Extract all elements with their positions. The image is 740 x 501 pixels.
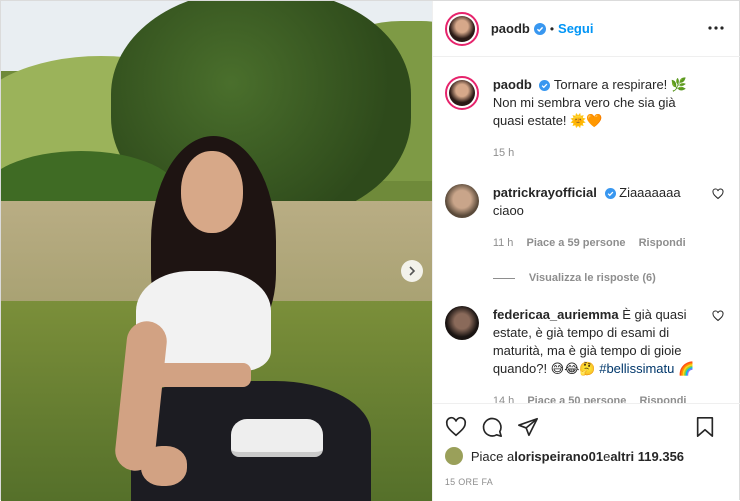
avatar-image <box>448 15 475 42</box>
instagram-post: paodb • Segui paodb Tornare a respirare!… <box>0 0 740 501</box>
comment-time[interactable]: 11 h <box>493 237 514 249</box>
commenter-avatar[interactable] <box>444 306 479 340</box>
comment-emoji: 🌈 <box>678 361 695 376</box>
hashtag-link[interactable]: #bellissimatu <box>599 361 674 376</box>
comment-meta: 14 h Piace a 50 persone Rispondi <box>493 392 703 403</box>
photo-person-hand <box>141 446 187 486</box>
comment-button[interactable] <box>479 414 505 440</box>
reply-button[interactable]: Rispondi <box>639 237 686 249</box>
bookmark-icon <box>696 417 713 437</box>
replies-divider <box>492 277 515 279</box>
heart-icon <box>445 416 466 436</box>
comment-icon <box>482 417 502 437</box>
caption-username[interactable]: paodb <box>493 77 532 92</box>
next-arrow-icon <box>409 266 416 276</box>
like-comment-button[interactable] <box>712 188 724 203</box>
comment-time[interactable]: 14 h <box>493 395 514 403</box>
caption-text-1: Tornare a respirare! 🌿 <box>553 77 688 92</box>
heart-icon <box>712 188 724 200</box>
photo-person-waist <box>151 363 251 387</box>
comment-meta: 11 h Piace a 59 persone Rispondi <box>493 234 703 252</box>
photo-person-face <box>181 151 243 233</box>
commenter-username[interactable]: patrickrayofficial <box>493 185 597 200</box>
comment-body: federicaa_auriemma È già quasi estate, è… <box>493 306 703 403</box>
view-replies-button[interactable]: Visualizza le risposte (6) <box>492 272 726 284</box>
caption-time[interactable]: 15 h <box>493 147 514 159</box>
post-actions-bar <box>432 403 740 449</box>
verified-icon <box>539 80 551 92</box>
like-button[interactable] <box>443 414 469 440</box>
caption-body: paodb Tornare a respirare! 🌿 Non mi semb… <box>493 76 703 162</box>
save-button[interactable] <box>692 414 718 440</box>
more-options-button[interactable] <box>706 18 726 38</box>
post-caption: paodb Tornare a respirare! 🌿 Non mi semb… <box>444 76 726 162</box>
share-icon <box>517 417 538 436</box>
likes-middle: e <box>603 448 611 464</box>
next-photo-button[interactable] <box>401 260 423 282</box>
share-button[interactable] <box>515 414 541 440</box>
comment-likes-count[interactable]: Piace a 59 persone <box>526 237 625 249</box>
heart-icon <box>712 310 724 322</box>
avatar-image <box>448 80 475 106</box>
verified-icon <box>604 188 616 200</box>
commenter-username[interactable]: federicaa_auriemma <box>493 307 619 322</box>
caption-avatar[interactable] <box>444 76 479 110</box>
follow-button[interactable]: Segui <box>558 21 593 36</box>
caption-meta: 15 h <box>493 144 703 162</box>
liker-avatar[interactable] <box>444 447 463 465</box>
reply-button[interactable]: Rispondi <box>639 395 686 403</box>
verified-icon <box>533 22 546 35</box>
likes-summary: Piace a lorispeirano01 e altri 119.356 <box>444 447 684 465</box>
likes-others-count[interactable]: altri 119.356 <box>610 449 684 464</box>
comments-section[interactable]: paodb Tornare a respirare! 🌿 Non mi semb… <box>433 58 740 403</box>
author-avatar[interactable] <box>444 11 479 46</box>
caption-text-2: Non mi sembra vero che sia già quasi est… <box>492 95 676 128</box>
view-replies-label: Visualizza le risposte (6) <box>528 272 656 284</box>
commenter-avatar[interactable] <box>444 184 479 218</box>
comment-item: patrickrayofficial Ziaaaaaaa ciaoo 11 h … <box>444 184 726 252</box>
liker-username[interactable]: lorispeirano01 <box>514 449 603 464</box>
author-username[interactable]: paodb <box>491 21 530 36</box>
post-photo[interactable] <box>1 1 432 501</box>
more-icon <box>708 26 724 30</box>
post-timestamp[interactable]: 15 ORE FA <box>445 477 493 487</box>
comment-body: patrickrayofficial Ziaaaaaaa ciaoo 11 h … <box>493 184 703 252</box>
comment-likes-count[interactable]: Piace a 50 persone <box>527 395 626 403</box>
like-comment-button[interactable] <box>712 310 724 325</box>
separator-dot: • <box>549 21 555 36</box>
comment-item: federicaa_auriemma È già quasi estate, è… <box>444 306 726 403</box>
likes-prefix: Piace a <box>470 448 515 464</box>
photo-person-shoe <box>231 419 323 457</box>
post-sidebar: paodb • Segui paodb Tornare a respirare!… <box>431 1 740 501</box>
post-header: paodb • Segui <box>432 1 740 57</box>
